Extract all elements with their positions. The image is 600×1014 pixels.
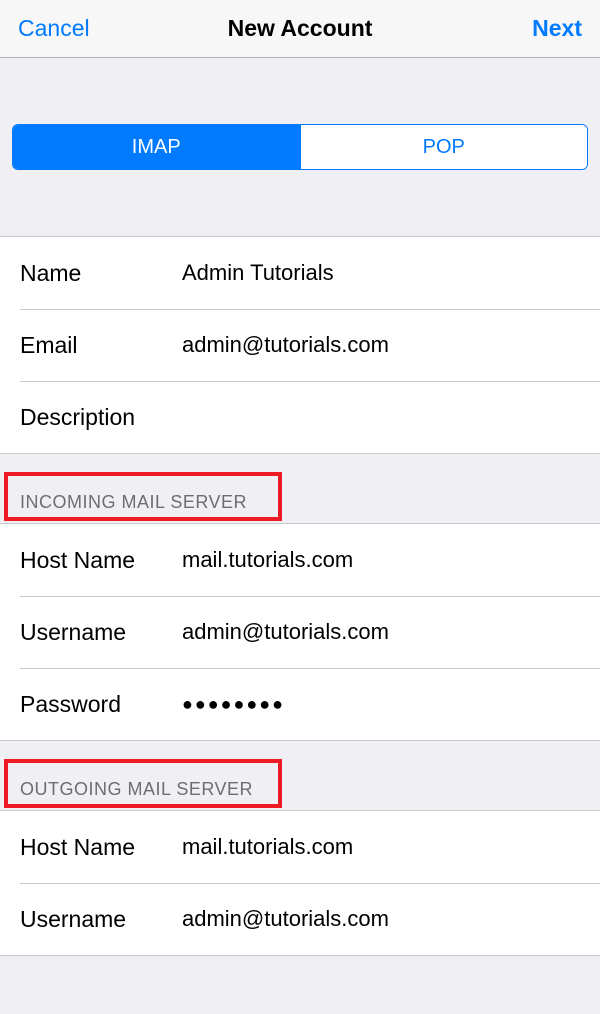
outgoing-server-group: Host Name Username: [0, 810, 600, 956]
incoming-host-row[interactable]: Host Name: [0, 524, 600, 596]
outgoing-host-label: Host Name: [20, 834, 182, 861]
email-row[interactable]: Email: [0, 309, 600, 381]
outgoing-header-text: OUTGOING MAIL SERVER: [20, 779, 253, 799]
incoming-pass-field[interactable]: ●●●●●●●●: [182, 694, 580, 715]
incoming-user-row[interactable]: Username: [0, 596, 600, 668]
account-info-group: Name Email Description: [0, 236, 600, 454]
outgoing-user-field[interactable]: [182, 906, 580, 932]
incoming-user-label: Username: [20, 619, 182, 646]
incoming-host-label: Host Name: [20, 547, 182, 574]
incoming-header-text: INCOMING MAIL SERVER: [20, 492, 247, 512]
incoming-pass-label: Password: [20, 691, 182, 718]
segmented-option-imap[interactable]: IMAP: [13, 125, 300, 169]
email-label: Email: [20, 332, 182, 359]
next-button[interactable]: Next: [532, 15, 582, 42]
description-row[interactable]: Description: [0, 381, 600, 453]
incoming-section-header: INCOMING MAIL SERVER: [0, 454, 600, 523]
protocol-segmented-control: IMAP POP: [12, 124, 588, 170]
outgoing-user-row[interactable]: Username: [0, 883, 600, 955]
outgoing-host-field[interactable]: [182, 834, 580, 860]
description-label: Description: [20, 404, 135, 431]
segmented-option-pop[interactable]: POP: [300, 125, 588, 169]
outgoing-host-row[interactable]: Host Name: [0, 811, 600, 883]
name-label: Name: [20, 260, 182, 287]
page-title: New Account: [0, 15, 600, 42]
outgoing-user-label: Username: [20, 906, 182, 933]
segmented-control-container: IMAP POP: [0, 58, 600, 194]
incoming-server-group: Host Name Username Password ●●●●●●●●: [0, 523, 600, 741]
cancel-button[interactable]: Cancel: [18, 15, 90, 42]
name-row[interactable]: Name: [0, 237, 600, 309]
outgoing-section-header: OUTGOING MAIL SERVER: [0, 741, 600, 810]
navigation-bar: Cancel New Account Next: [0, 0, 600, 58]
description-field[interactable]: [135, 404, 580, 430]
incoming-host-field[interactable]: [182, 547, 580, 573]
name-field[interactable]: [182, 260, 580, 286]
incoming-user-field[interactable]: [182, 619, 580, 645]
incoming-pass-row[interactable]: Password ●●●●●●●●: [0, 668, 600, 740]
email-field[interactable]: [182, 332, 580, 358]
